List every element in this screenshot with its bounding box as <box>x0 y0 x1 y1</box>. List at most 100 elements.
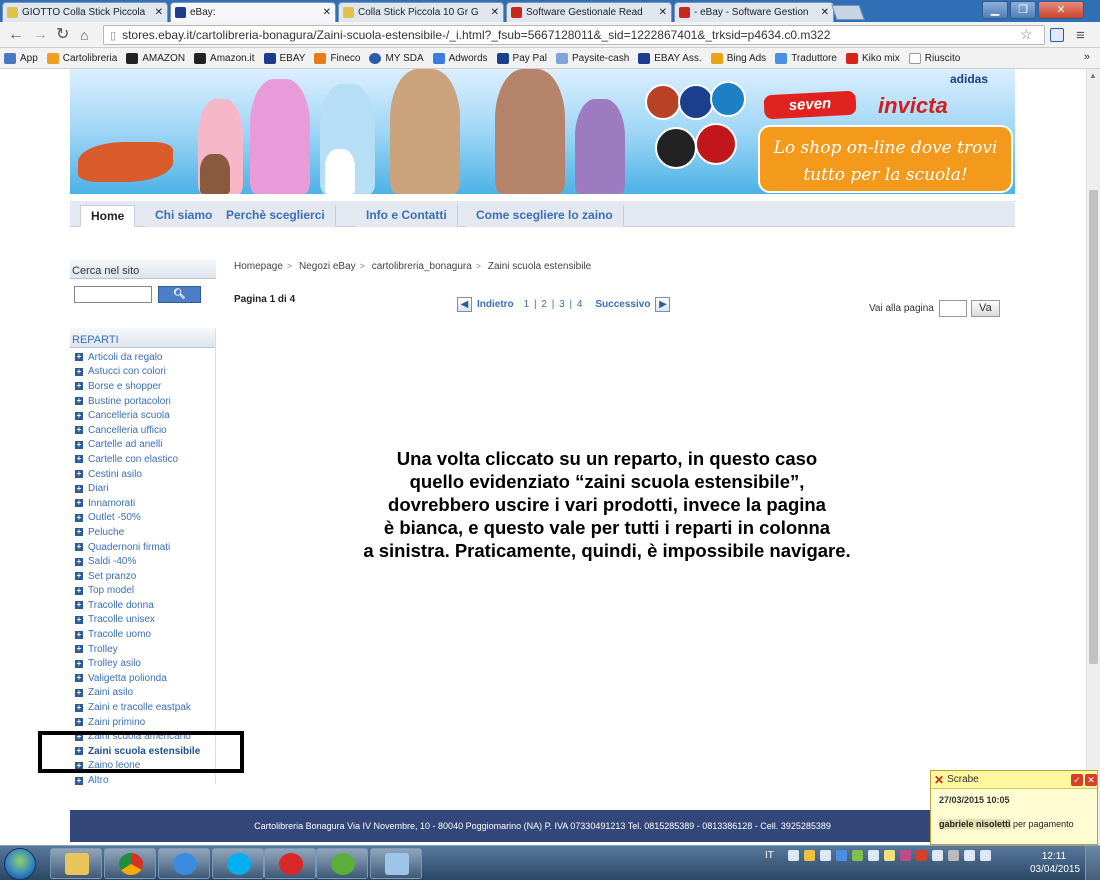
tray-icon[interactable] <box>803 850 815 861</box>
category-item[interactable]: + Diari <box>70 481 215 496</box>
category-item[interactable]: + Zaini e tracolle eastpak <box>70 700 215 715</box>
forward-icon[interactable]: → <box>32 26 48 44</box>
category-item[interactable]: + Top model <box>70 584 215 599</box>
bookmark-item[interactable]: EBAY <box>263 52 305 64</box>
category-item[interactable]: + Saldi -40% <box>70 554 215 569</box>
close-tab-icon[interactable]: ✕ <box>323 7 331 18</box>
maximize-button[interactable]: ❐ <box>1010 1 1036 19</box>
bookmark-star-icon[interactable]: ☆ <box>1020 26 1033 43</box>
category-item[interactable]: + Tracolle donna <box>70 598 215 613</box>
category-item[interactable]: + Altro <box>70 773 215 788</box>
category-item[interactable]: + Valigetta polionda <box>70 671 215 686</box>
taskbar-ie[interactable] <box>158 848 210 879</box>
vertical-scrollbar[interactable]: ▲ ▼ <box>1086 69 1100 845</box>
bookmark-item[interactable]: Kiko mix <box>845 52 900 64</box>
bookmark-item[interactable]: Riuscito <box>908 52 960 64</box>
category-item[interactable]: + Quadernoni firmati <box>70 540 215 555</box>
extension-icon[interactable] <box>1050 28 1064 42</box>
close-tab-icon[interactable]: ✕ <box>155 7 163 18</box>
close-tab-icon[interactable]: ✕ <box>659 7 667 18</box>
browser-tab[interactable]: GIOTTO Colla Stick Piccola ✕ <box>2 2 168 22</box>
category-item[interactable]: + Zaini primino <box>70 715 215 730</box>
category-item[interactable]: + Tracolle unisex <box>70 613 215 628</box>
goto-page-input[interactable] <box>938 300 967 317</box>
volume-icon[interactable] <box>963 850 975 861</box>
tray-icon[interactable] <box>883 850 895 861</box>
close-tab-icon[interactable]: ✕ <box>821 7 829 18</box>
breadcrumb-item[interactable]: Homepage <box>234 261 283 272</box>
category-item[interactable]: + Bustine portacolori <box>70 394 215 409</box>
category-item[interactable]: + Peluche <box>70 525 215 540</box>
category-item[interactable]: + Innamorati <box>70 496 215 511</box>
minimize-button[interactable]: ▁ <box>982 1 1008 19</box>
next-link[interactable]: Successivo <box>595 299 650 310</box>
tray-icon[interactable] <box>851 850 863 861</box>
taskbar-skype[interactable] <box>212 848 264 879</box>
clock[interactable]: 12:11 03/04/2015 <box>1030 850 1080 876</box>
category-item[interactable]: + Cartelle con elastico <box>70 452 215 467</box>
category-item[interactable]: + Trolley asilo <box>70 656 215 671</box>
taskbar-app[interactable] <box>370 848 422 879</box>
bookmark-item[interactable]: EBAY Ass. <box>638 52 702 64</box>
category-item[interactable]: + Cancelleria scuola <box>70 408 215 423</box>
scrollbar-thumb[interactable] <box>1089 190 1098 664</box>
popup-check-icon[interactable]: ✓ <box>1071 774 1083 786</box>
browser-tab[interactable]: Colla Stick Piccola 10 Gr G ✕ <box>338 2 504 22</box>
back-icon[interactable]: ← <box>8 26 24 44</box>
taskbar-app[interactable] <box>264 848 316 879</box>
bookmark-item[interactable]: Cartolibreria <box>46 52 117 64</box>
category-item[interactable]: + Astucci con colori <box>70 365 215 380</box>
category-item[interactable]: + Articoli da regalo <box>70 350 215 365</box>
bookmark-item[interactable]: Adwords <box>432 52 488 64</box>
start-button[interactable] <box>4 848 36 880</box>
taskbar-chrome[interactable] <box>104 848 156 879</box>
next-arrow-icon[interactable]: ▶ <box>655 297 671 312</box>
bookmark-item[interactable]: Pay Pal <box>496 52 547 64</box>
taskbar-explorer[interactable] <box>50 848 102 879</box>
bookmark-item[interactable]: AMAZON <box>126 52 185 64</box>
tray-icon[interactable] <box>947 850 959 861</box>
new-tab-button[interactable] <box>831 5 865 20</box>
tab-chi-siamo[interactable]: Chi siamo <box>145 205 224 227</box>
address-bar[interactable]: ▯ stores.ebay.it/cartolibreria-bonagura/… <box>103 25 1045 45</box>
tab-come-scegliere-zaino[interactable]: Come scegliere lo zaino <box>466 205 624 227</box>
more-bookmarks-icon[interactable]: » <box>1084 51 1090 63</box>
breadcrumb-item[interactable]: Negozi eBay <box>299 261 356 272</box>
browser-tab[interactable]: - eBay - Software Gestion ✕ <box>674 2 834 22</box>
popup-close-icon[interactable]: ✕ <box>1085 774 1097 786</box>
close-window-button[interactable]: ✕ <box>1038 1 1084 19</box>
bookmark-item[interactable]: Traduttore <box>775 52 837 64</box>
bookmark-item[interactable]: Fineco <box>314 52 360 64</box>
bookmark-item[interactable]: Amazon.it <box>194 52 255 64</box>
category-item[interactable]: + Cartelle ad anelli <box>70 438 215 453</box>
show-desktop-button[interactable] <box>1085 846 1100 880</box>
category-item[interactable]: + Zaini asilo <box>70 686 215 701</box>
prev-arrow-icon[interactable]: ◀ <box>457 297 472 312</box>
home-icon[interactable]: ⌂ <box>80 26 88 44</box>
tray-icon[interactable] <box>931 850 943 861</box>
goto-page-button[interactable]: Va <box>970 300 1000 317</box>
language-indicator[interactable]: IT <box>765 850 774 861</box>
category-item[interactable]: + Cancelleria ufficio <box>70 423 215 438</box>
search-input[interactable] <box>74 286 152 303</box>
tray-icon[interactable] <box>819 850 831 861</box>
bookmark-item[interactable]: App <box>4 52 38 64</box>
tray-icon[interactable] <box>787 850 799 861</box>
prev-link[interactable]: Indietro <box>477 299 514 310</box>
bookmark-item[interactable]: MY SDA <box>369 52 424 64</box>
tray-icon[interactable] <box>915 850 927 861</box>
notification-popup[interactable]: ✕ Scrabe ✓ ✕ 27/03/2015 10:05 gabriele n… <box>930 770 1098 845</box>
page-numbers[interactable]: 1 | 2 | 3 | 4 <box>524 299 584 310</box>
tray-icon[interactable] <box>899 850 911 861</box>
scroll-up-icon[interactable]: ▲ <box>1089 71 1097 80</box>
reload-icon[interactable]: ↻ <box>56 26 69 44</box>
search-button[interactable]: 🔍︎ Cerca <box>158 286 201 315</box>
close-tab-icon[interactable]: ✕ <box>491 7 499 18</box>
bookmark-item[interactable]: Paysite-cash <box>556 52 629 64</box>
taskbar-app[interactable] <box>316 848 368 879</box>
tab-home[interactable]: Home <box>80 205 136 227</box>
category-item[interactable]: + Borse e shopper <box>70 379 215 394</box>
tray-icon[interactable] <box>835 850 847 861</box>
breadcrumb-item[interactable]: cartolibreria_bonagura <box>372 261 472 272</box>
tab-info-contatti[interactable]: Info e Contatti <box>356 205 458 227</box>
